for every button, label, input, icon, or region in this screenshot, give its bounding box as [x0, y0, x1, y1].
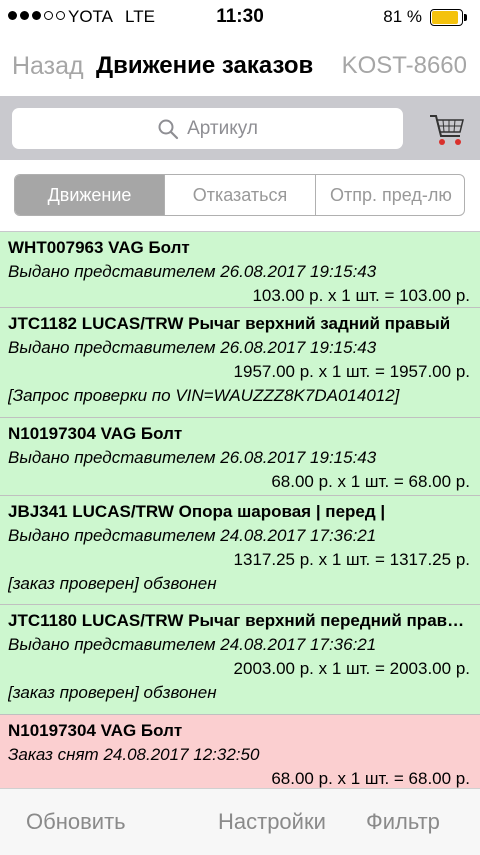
order-note: [Запрос проверки по VIN=WAUZZZ8K7DA01401… [8, 386, 400, 405]
order-note: [заказ проверен] обзвонен [8, 683, 217, 702]
order-amount: 68.00 р. x 1 шт. = 68.00 р. [271, 472, 470, 491]
order-note: [заказ проверен] обзвонен [8, 574, 217, 593]
order-status: Выдано представителем 24.08.2017 17:36:2… [8, 635, 377, 654]
segment-area: Движение Отказаться Отпр. пред-лю [0, 160, 480, 232]
order-status: Заказ снят 24.08.2017 12:32:50 [8, 745, 260, 764]
order-title: WHT007963 VAG Болт [8, 238, 190, 257]
order-amount: 1957.00 р. x 1 шт. = 1957.00 р. [233, 362, 470, 381]
status-bar: YOTA LTE 11:30 81 % [0, 0, 480, 34]
order-status: Выдано представителем 24.08.2017 17:36:2… [8, 526, 377, 545]
segment-movement[interactable]: Движение [15, 175, 165, 215]
list-item[interactable]: N10197304 VAG Болт Заказ снят 24.08.2017… [0, 715, 480, 788]
settings-button[interactable]: Настройки [218, 809, 326, 835]
battery-percent: 81 % [383, 7, 422, 26]
segment-refuse[interactable]: Отказаться [165, 175, 316, 215]
search-input[interactable]: Артикул [12, 108, 403, 149]
order-title: JTC1182 LUCAS/TRW Рычаг верхний задний п… [8, 314, 451, 333]
list-item[interactable]: WHT007963 VAG Болт Выдано представителем… [0, 232, 480, 308]
battery-icon [430, 9, 468, 26]
order-amount: 68.00 р. x 1 шт. = 68.00 р. [271, 769, 470, 788]
page-title: Движение заказов [96, 52, 314, 79]
refresh-button[interactable]: Обновить [26, 809, 126, 835]
order-amount: 103.00 р. x 1 шт. = 103.00 р. [252, 286, 470, 305]
order-title: N10197304 VAG Болт [8, 424, 183, 443]
account-code-button[interactable]: KOST-8660 [342, 52, 467, 80]
filter-button[interactable]: Фильтр [366, 809, 440, 835]
order-title: JTC1180 LUCAS/TRW Рычаг верхний передний… [8, 611, 472, 630]
search-placeholder: Артикул [187, 117, 258, 139]
search-area: Артикул [0, 96, 480, 160]
order-status: Выдано представителем 26.08.2017 19:15:4… [8, 338, 377, 357]
back-button[interactable]: Назад [12, 52, 84, 81]
navigation-bar: Назад Движение заказов KOST-8660 [0, 34, 480, 96]
order-amount: 1317.25 р. x 1 шт. = 1317.25 р. [233, 550, 470, 569]
list-item[interactable]: JTC1182 LUCAS/TRW Рычаг верхний задний п… [0, 308, 480, 418]
order-list[interactable]: WHT007963 VAG Болт Выдано представителем… [0, 232, 480, 788]
order-status: Выдано представителем 26.08.2017 19:15:4… [8, 448, 377, 467]
cart-icon[interactable] [428, 112, 466, 148]
segmented-control: Движение Отказаться Отпр. пред-лю [14, 174, 465, 216]
segment-send-offer[interactable]: Отпр. пред-лю [316, 175, 464, 215]
order-amount: 2003.00 р. x 1 шт. = 2003.00 р. [233, 659, 470, 678]
order-title: N10197304 VAG Болт [8, 721, 183, 740]
list-item[interactable]: JTC1180 LUCAS/TRW Рычаг верхний передний… [0, 605, 480, 715]
list-item[interactable]: N10197304 VAG Болт Выдано представителем… [0, 418, 480, 496]
search-icon [158, 119, 179, 139]
order-title: JBJ341 LUCAS/TRW Опора шаровая | перед | [8, 502, 386, 521]
list-item[interactable]: JBJ341 LUCAS/TRW Опора шаровая | перед |… [0, 496, 480, 605]
bottom-toolbar: Обновить Настройки Фильтр [0, 788, 480, 855]
order-status: Выдано представителем 26.08.2017 19:15:4… [8, 262, 377, 281]
